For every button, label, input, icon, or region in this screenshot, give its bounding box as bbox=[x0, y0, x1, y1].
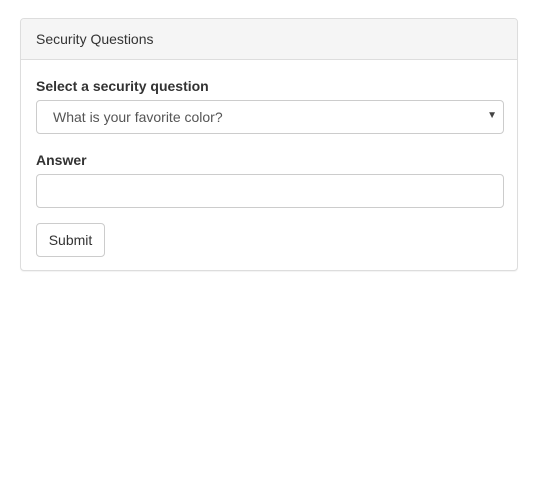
panel-title: Security Questions bbox=[36, 31, 154, 47]
security-question-select[interactable]: What is your favorite color? ▼ bbox=[36, 100, 504, 134]
panel-heading: Security Questions bbox=[21, 19, 517, 60]
submit-button[interactable]: Submit bbox=[36, 223, 105, 257]
caret-down-icon: ▼ bbox=[487, 110, 497, 121]
selected-question: What is your favorite color? bbox=[53, 109, 223, 125]
answer-input[interactable] bbox=[36, 174, 504, 208]
question-label: Select a security question bbox=[36, 78, 209, 94]
security-questions-panel: Security Questions Select a security que… bbox=[20, 18, 518, 271]
answer-label: Answer bbox=[36, 152, 87, 168]
